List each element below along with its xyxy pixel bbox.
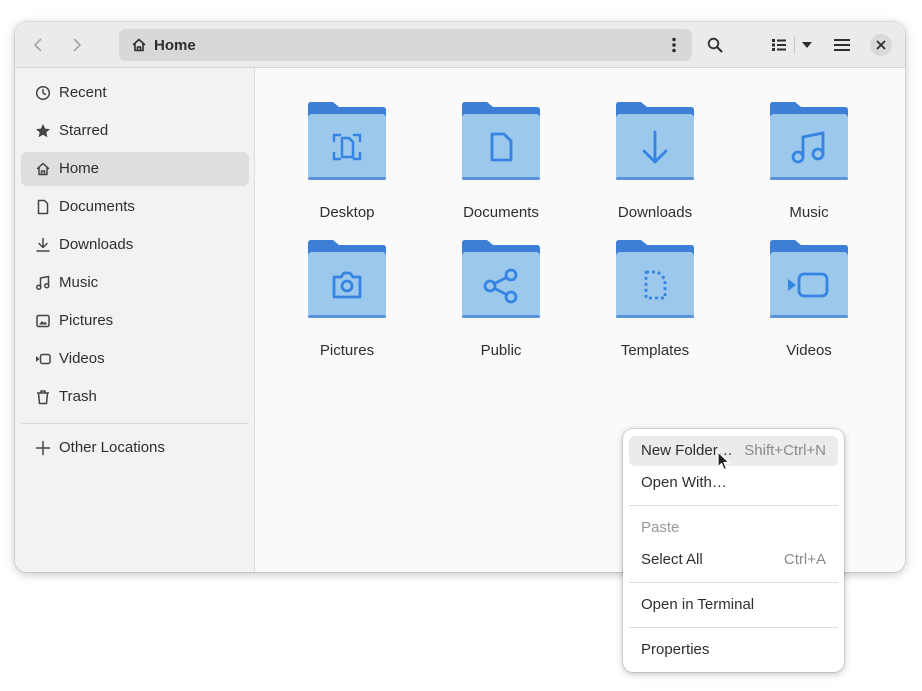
menu-item-label: Open in Terminal [641,596,755,613]
sidebar-item-trash[interactable]: Trash [21,380,249,414]
view-mode-button[interactable] [764,30,794,60]
sidebar-item-label: Downloads [59,236,134,253]
sidebar-item-music[interactable]: Music [21,266,249,300]
mouse-pointer-icon [717,451,730,471]
sidebar: Recent Starred Home Documents Downloads … [15,68,255,572]
hamburger-menu-icon [834,39,850,51]
view-list-icon [772,39,786,51]
sidebar-item-label: Music [59,274,99,291]
menu-item-label: Select All [641,551,703,568]
search-button[interactable] [700,30,730,60]
document-icon [37,199,49,215]
go-next-icon [73,38,81,52]
sidebar-separator [21,423,249,424]
menu-item-shortcut: Shift+Ctrl+N [744,442,826,459]
menu-item-label: Properties [641,641,710,658]
menu-item-properties[interactable]: Properties [629,635,838,665]
menu-item-paste[interactable]: Paste [629,513,838,543]
templates-folder-icon [616,240,694,318]
menu-separator [629,582,838,583]
folder-videos[interactable]: Videos [744,239,874,369]
folder-pictures[interactable]: Pictures [282,239,412,369]
music-folder-icon [770,102,848,180]
folder-label: Downloads [617,204,693,221]
folder-downloads[interactable]: Downloads [590,101,720,231]
menu-item-new-folder[interactable]: New Folder… Shift+Ctrl+N [629,436,838,466]
folder-label: Documents [463,204,539,221]
sidebar-item-downloads[interactable]: Downloads [21,228,249,262]
music-note-icon [36,275,50,290]
sidebar-item-label: Videos [59,350,105,367]
folder-music[interactable]: Music [744,101,874,231]
context-menu: New Folder… Shift+Ctrl+N Open With… Past… [623,429,844,672]
folder-label: Templates [620,342,690,359]
plus-icon [35,440,51,456]
folder-label: Music [789,204,829,221]
menu-item-label: Open With… [641,474,727,491]
documents-folder-icon [462,102,540,180]
chevron-down-icon [802,42,812,48]
sidebar-item-label: Trash [59,388,97,405]
location-label: Home [154,37,196,54]
home-icon [132,38,146,52]
close-icon [876,40,886,50]
sidebar-item-label: Recent [59,84,107,101]
menu-item-select-all[interactable]: Select All Ctrl+A [629,545,838,575]
menu-item-open-in-terminal[interactable]: Open in Terminal [629,590,838,620]
headerbar: Home [15,22,905,68]
folder-label: Videos [786,342,832,359]
sidebar-item-home[interactable]: Home [21,152,249,186]
folder-documents[interactable]: Documents [436,101,566,231]
sidebar-item-pictures[interactable]: Pictures [21,304,249,338]
video-icon [36,353,51,365]
folder-desktop[interactable]: Desktop [282,101,412,231]
pictures-folder-icon [308,240,386,318]
menu-item-open-with[interactable]: Open With… [629,468,838,498]
sidebar-item-label: Pictures [59,312,114,329]
clock-icon [35,85,51,101]
sidebar-item-label: Starred [59,122,109,139]
sidebar-item-starred[interactable]: Starred [21,114,249,148]
folder-public[interactable]: Public [436,239,566,369]
menu-item-shortcut: Ctrl+A [783,551,826,568]
forward-button[interactable] [62,30,92,60]
menu-separator [629,627,838,628]
close-button[interactable] [870,34,892,56]
sidebar-item-label: Documents [59,198,135,215]
trash-icon [37,390,49,405]
videos-folder-icon [770,240,848,318]
folder-templates[interactable]: Templates [590,239,720,369]
menu-separator [629,505,838,506]
sidebar-item-label: Home [59,160,100,177]
path-menu-button[interactable] [664,34,684,56]
view-options-button[interactable] [792,30,822,60]
search-icon [707,37,723,53]
view-more-icon [672,37,676,53]
sidebar-item-recent[interactable]: Recent [21,76,249,110]
home-icon [36,162,50,176]
main-menu-button[interactable] [827,30,857,60]
sidebar-item-videos[interactable]: Videos [21,342,249,376]
menu-item-label: Paste [641,519,680,536]
public-folder-icon [462,240,540,318]
downloads-folder-icon [616,102,694,180]
picture-icon [36,314,50,328]
sidebar-item-documents[interactable]: Documents [21,190,249,224]
back-button[interactable] [23,30,53,60]
sidebar-item-other-locations[interactable]: Other Locations [21,431,249,465]
download-icon [36,237,50,252]
folder-label: Public [480,342,522,359]
folder-label: Desktop [319,204,375,221]
location-bar[interactable]: Home [119,29,692,61]
folder-label: Pictures [319,342,375,359]
star-icon [36,124,50,138]
desktop-folder-icon [308,102,386,180]
go-previous-icon [34,38,42,52]
sidebar-item-label: Other Locations [59,439,165,456]
